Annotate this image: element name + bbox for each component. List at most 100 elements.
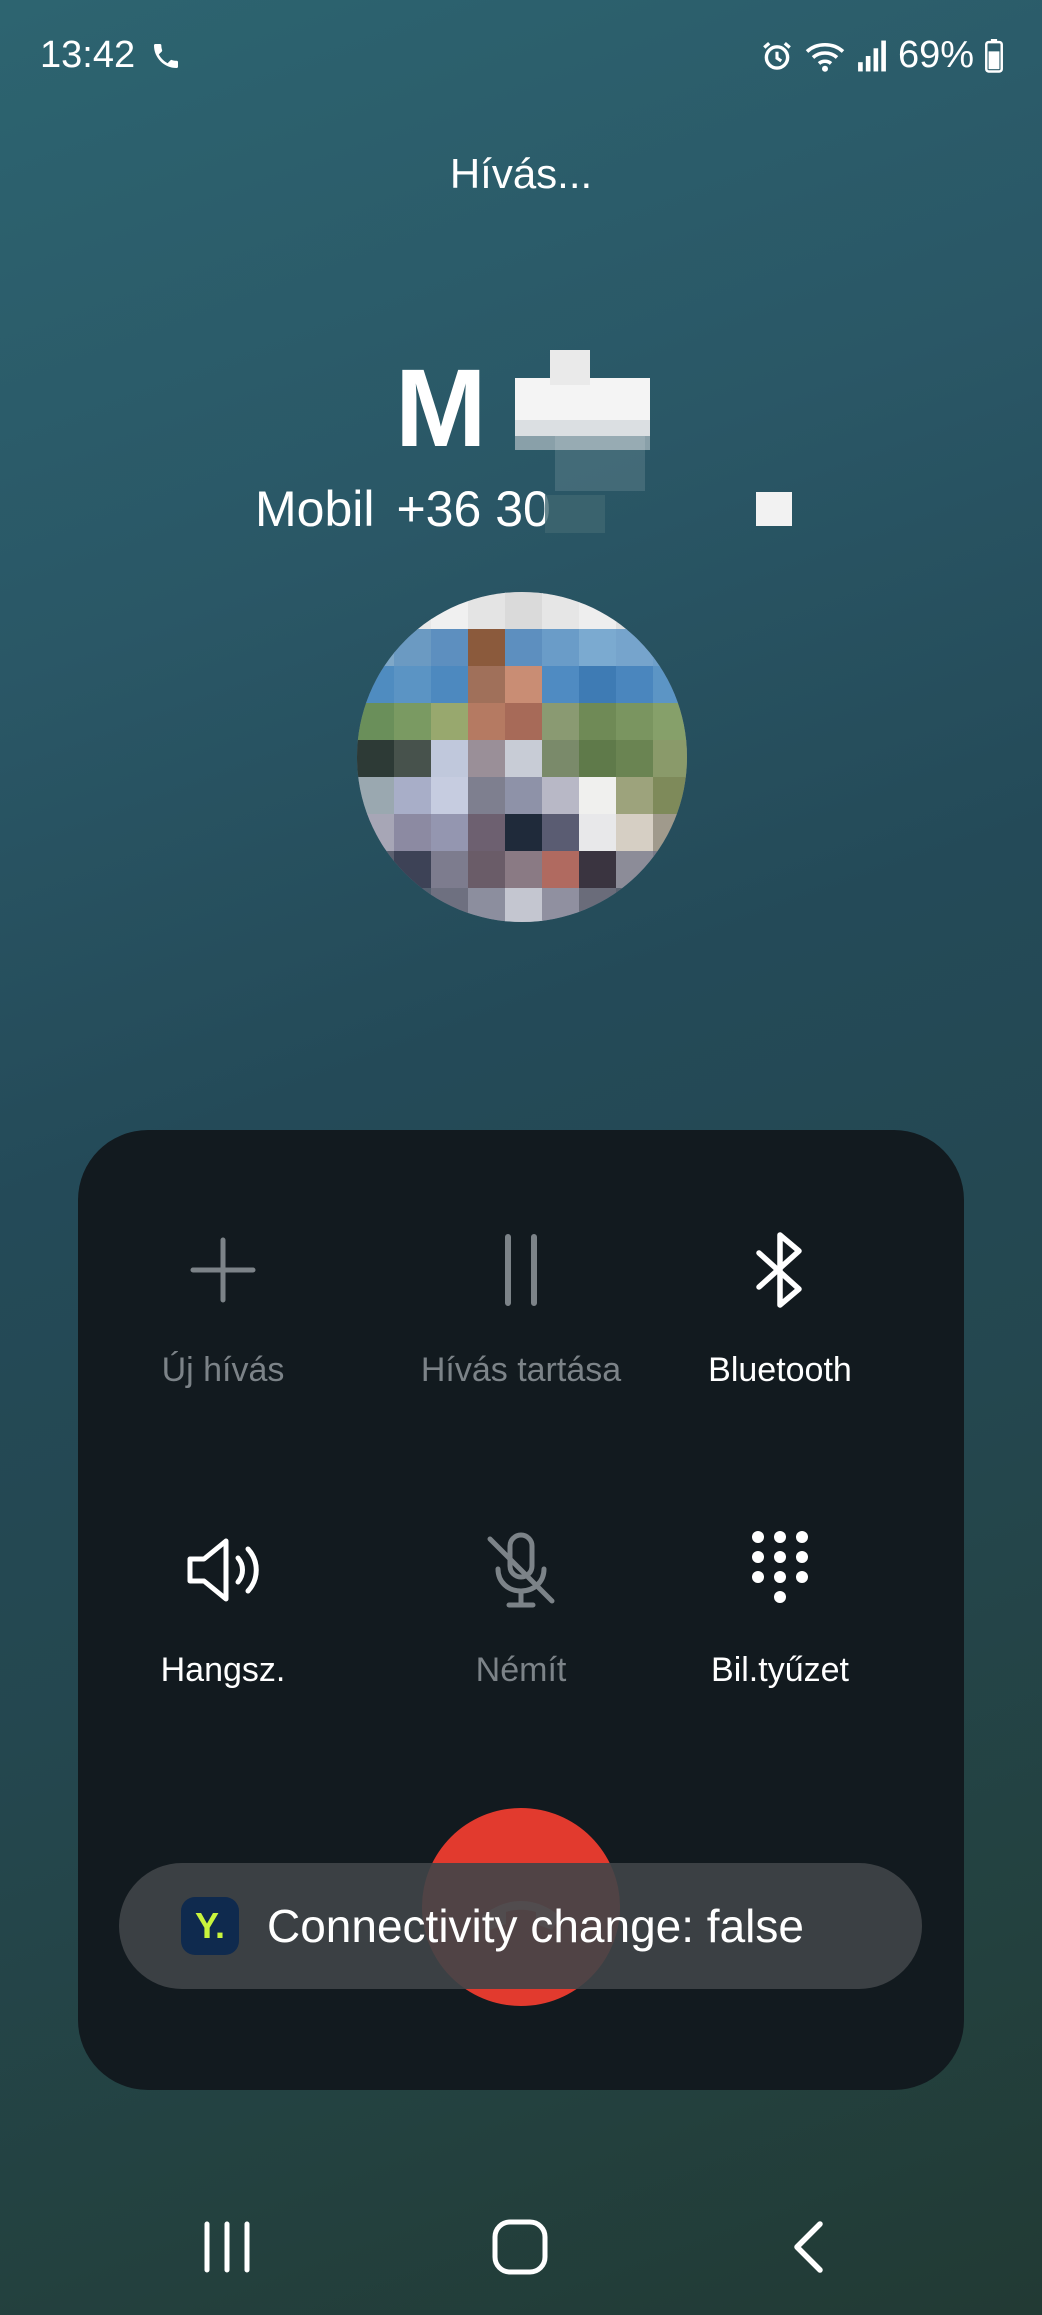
avatar-pixel [431, 629, 469, 667]
avatar-pixel [505, 888, 543, 922]
avatar-pixel [468, 777, 506, 815]
avatar-pixel [653, 592, 687, 630]
avatar-pixel [579, 740, 617, 778]
avatar-pixel [431, 740, 469, 778]
avatar-pixel [653, 703, 687, 741]
avatar-pixel [653, 666, 687, 704]
redaction-block [545, 495, 605, 533]
app-logo-letter: Y. [194, 1905, 226, 1946]
avatar-pixel [653, 740, 687, 778]
avatar-pixel [505, 814, 543, 852]
avatar-pixel [357, 592, 395, 630]
contact-avatar [357, 592, 687, 922]
number-type-label: Mobil [255, 481, 375, 537]
avatar-pixel [505, 666, 543, 704]
avatar-pixel [542, 592, 580, 630]
navigation-bar [0, 2180, 1042, 2315]
avatar-pixel [357, 777, 395, 815]
avatar-pixel [394, 592, 432, 630]
redaction-block [756, 492, 792, 526]
avatar-pixel [357, 740, 395, 778]
avatar-pixel [468, 888, 506, 922]
avatar-pixel [579, 814, 617, 852]
avatar-pixel [653, 888, 687, 922]
avatar-pixel [431, 777, 469, 815]
avatar-pixel [579, 592, 617, 630]
status-time: 13:42 [40, 34, 136, 76]
avatar-pixel [357, 814, 395, 852]
avatar-pixel [542, 777, 580, 815]
avatar-pixel [431, 592, 469, 630]
avatar-pixel [579, 777, 617, 815]
avatar-pixel [431, 666, 469, 704]
status-bar: 13:42 69% [0, 0, 1042, 116]
avatar-pixel [505, 592, 543, 630]
app-logo-icon: Y. [181, 1897, 239, 1955]
avatar-pixel [431, 851, 469, 889]
avatar-pixel [616, 888, 654, 922]
battery-icon [985, 38, 1003, 73]
redaction-block [555, 436, 645, 491]
avatar-pixel [394, 629, 432, 667]
avatar-pixel [468, 592, 506, 630]
avatar-pixel [616, 703, 654, 741]
call-status: Hívás... [449, 150, 593, 197]
avatar-pixel [394, 888, 432, 922]
mute-icon [487, 1532, 555, 1608]
avatar-pixel [542, 703, 580, 741]
avatar-pixel [542, 740, 580, 778]
avatar-pixel [653, 814, 687, 852]
redaction-block [550, 350, 590, 385]
battery-percentage: 69% [897, 34, 974, 76]
avatar-pixel [505, 629, 543, 667]
avatar-pixel [616, 592, 654, 630]
avatar-pixel [357, 703, 395, 741]
keypad-button[interactable]: Bil.tyűzet [595, 1525, 965, 1690]
toast-notification: Y. Connectivity change: false [119, 1863, 922, 1989]
pause-icon [505, 1234, 537, 1306]
avatar-pixel [394, 777, 432, 815]
avatar-pixel [394, 703, 432, 741]
contact-number-row: Mobil +36 30 [255, 480, 551, 538]
bluetooth-icon [756, 1232, 802, 1308]
speaker-icon [187, 1538, 259, 1602]
wifi-icon [805, 42, 845, 72]
alarm-icon [763, 41, 791, 70]
recents-icon[interactable] [192, 2212, 262, 2282]
avatar-pixel [394, 851, 432, 889]
avatar-pixel [616, 851, 654, 889]
phone-icon [154, 44, 178, 68]
avatar-pixel [357, 851, 395, 889]
bluetooth-label: Bluetooth [708, 1351, 852, 1389]
avatar-pixel [505, 740, 543, 778]
bluetooth-button[interactable]: Bluetooth [595, 1225, 965, 1390]
avatar-pixel [431, 888, 469, 922]
avatar-pixel [653, 629, 687, 667]
status-icons: 69% [760, 34, 1004, 77]
avatar-pixel [505, 703, 543, 741]
signal-icon [858, 40, 886, 71]
back-icon[interactable] [775, 2212, 845, 2282]
avatar-pixel [579, 888, 617, 922]
avatar-pixel [431, 703, 469, 741]
avatar-pixel [468, 629, 506, 667]
avatar-pixel [579, 629, 617, 667]
home-icon[interactable] [485, 2212, 555, 2282]
avatar-pixel [579, 666, 617, 704]
keypad-label: Bil.tyűzet [711, 1651, 849, 1689]
avatar-pixel [616, 666, 654, 704]
avatar-pixel [579, 851, 617, 889]
avatar-pixel [431, 814, 469, 852]
avatar-pixel [542, 666, 580, 704]
avatar-pixel [468, 740, 506, 778]
phone-number: +36 30 [396, 481, 551, 537]
avatar-pixel [357, 629, 395, 667]
avatar-pixel [542, 629, 580, 667]
avatar-pixel [468, 666, 506, 704]
avatar-pixel [394, 814, 432, 852]
avatar-pixel [616, 777, 654, 815]
avatar-pixel [542, 851, 580, 889]
avatar-pixel [468, 851, 506, 889]
avatar-pixel [542, 888, 580, 922]
keypad-icon [752, 1531, 808, 1603]
